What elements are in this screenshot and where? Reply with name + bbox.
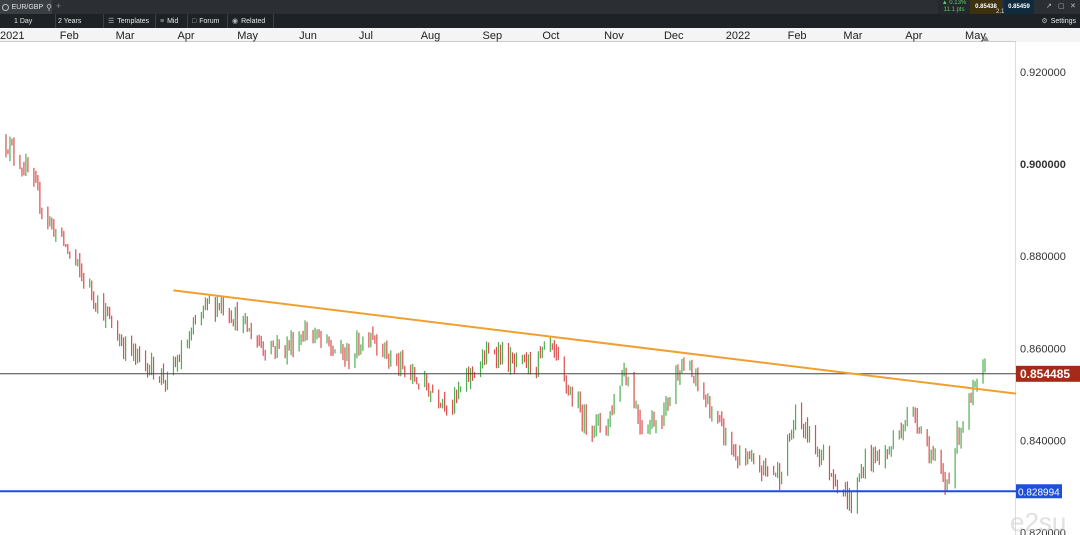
time-axis-label: Apr [177,30,194,42]
price-axis-label: 0.840000 [1020,436,1066,448]
change-points: 11.1 pts [943,7,965,13]
instrument-tab[interactable]: EUR/GBP ⚲ [0,0,52,14]
range-label: 2 Years [58,17,82,25]
close-icon[interactable]: ✕ [1070,2,1076,10]
templates-icon: ☰ [108,18,115,25]
ask-button[interactable]: 0.85459 [1004,0,1034,14]
candles [5,134,986,514]
time-axis-label: May [237,30,258,42]
currency-icon [2,3,9,11]
price-axis-label: 0.860000 [1020,343,1066,355]
change-box: ▲ 0.13% 11.1 pts [938,0,970,14]
time-axis-label: Oct [542,30,559,42]
plus-icon[interactable]: + [56,1,61,11]
resistance-trendline [173,289,1017,395]
time-axis-label: Apr [905,30,922,42]
range-dropdown[interactable]: 2 Years [54,14,104,28]
time-axis-label: Aug [421,30,441,42]
time-axis-label: Jul [359,30,373,42]
time-axis-label: Mar [843,30,862,42]
current-price-label: 0.854485 [1020,367,1070,381]
price-axis-label: 0.900000 [1020,159,1066,171]
gear-icon: ⚙ [1041,18,1048,25]
price-axis-label: 0.880000 [1020,251,1066,263]
price-badges: 0.854485 0.828994 [1016,365,1080,499]
forum-label: Forum [199,17,220,25]
mid-button[interactable]: ≡ Mid [156,14,188,28]
forum-button[interactable]: □ Forum [188,14,228,28]
popout-icon[interactable]: ↗ [1046,2,1052,10]
price-type-icon: ≡ [160,17,165,25]
change-percent: ▲ 0.13% [941,0,967,6]
related-label: Related [241,17,266,25]
time-axis-label: Sep [483,30,503,42]
restore-icon[interactable]: ▢ [1058,2,1065,10]
price-axis-label: 0.920000 [1020,67,1066,79]
time-axis-label: Dec [664,30,684,42]
time-axis-label: Mar [116,30,135,42]
time-axis-label: Feb [60,30,79,42]
interval-label: 1 Day [14,17,33,25]
spread-value: 2.1 [996,9,1005,15]
search-icon[interactable]: ⚲ [46,3,52,12]
support-price-label: 0.828994 [1018,487,1060,498]
chart-toolbar: 1 Day 2 Years ☰ Templates ≡ Mid □ Forum … [0,9,1080,28]
templates-label: Templates [117,17,150,25]
eye-icon: ◉ [232,18,239,25]
price-axis: 0.920000 0.900000 0.880000 0.860000 0.840000… [1020,67,1066,535]
time-axis-label: 2021 [0,30,24,42]
interval-dropdown[interactable]: 1 Day [10,14,56,28]
templates-button[interactable]: ☰ Templates [104,14,156,28]
settings-label: Settings [1050,17,1076,25]
time-axis-label: Nov [604,30,624,42]
price-chart[interactable]: 2021 Feb Mar Apr May Jun Jul Aug Sep Oct Nov Dec 202… [0,28,1080,535]
time-axis-label: May [965,30,986,42]
related-button[interactable]: ◉ Related [228,14,274,28]
mid-label: Mid [167,17,179,25]
overlay-lines [0,289,1017,493]
time-axis-label: 2022 [726,30,750,42]
time-axis-label: Feb [788,30,807,42]
settings-button[interactable]: ⚙ Settings [1041,14,1076,28]
chat-icon: □ [192,17,197,25]
top-bar: EUR/GBP ⚲ + ▲ 0.13% 11.1 pts 0.85438 0.8… [0,0,1080,14]
time-axis-label: Jun [299,30,317,42]
watermark: e2su [1010,507,1066,535]
instrument-symbol: EUR/GBP [11,3,44,11]
